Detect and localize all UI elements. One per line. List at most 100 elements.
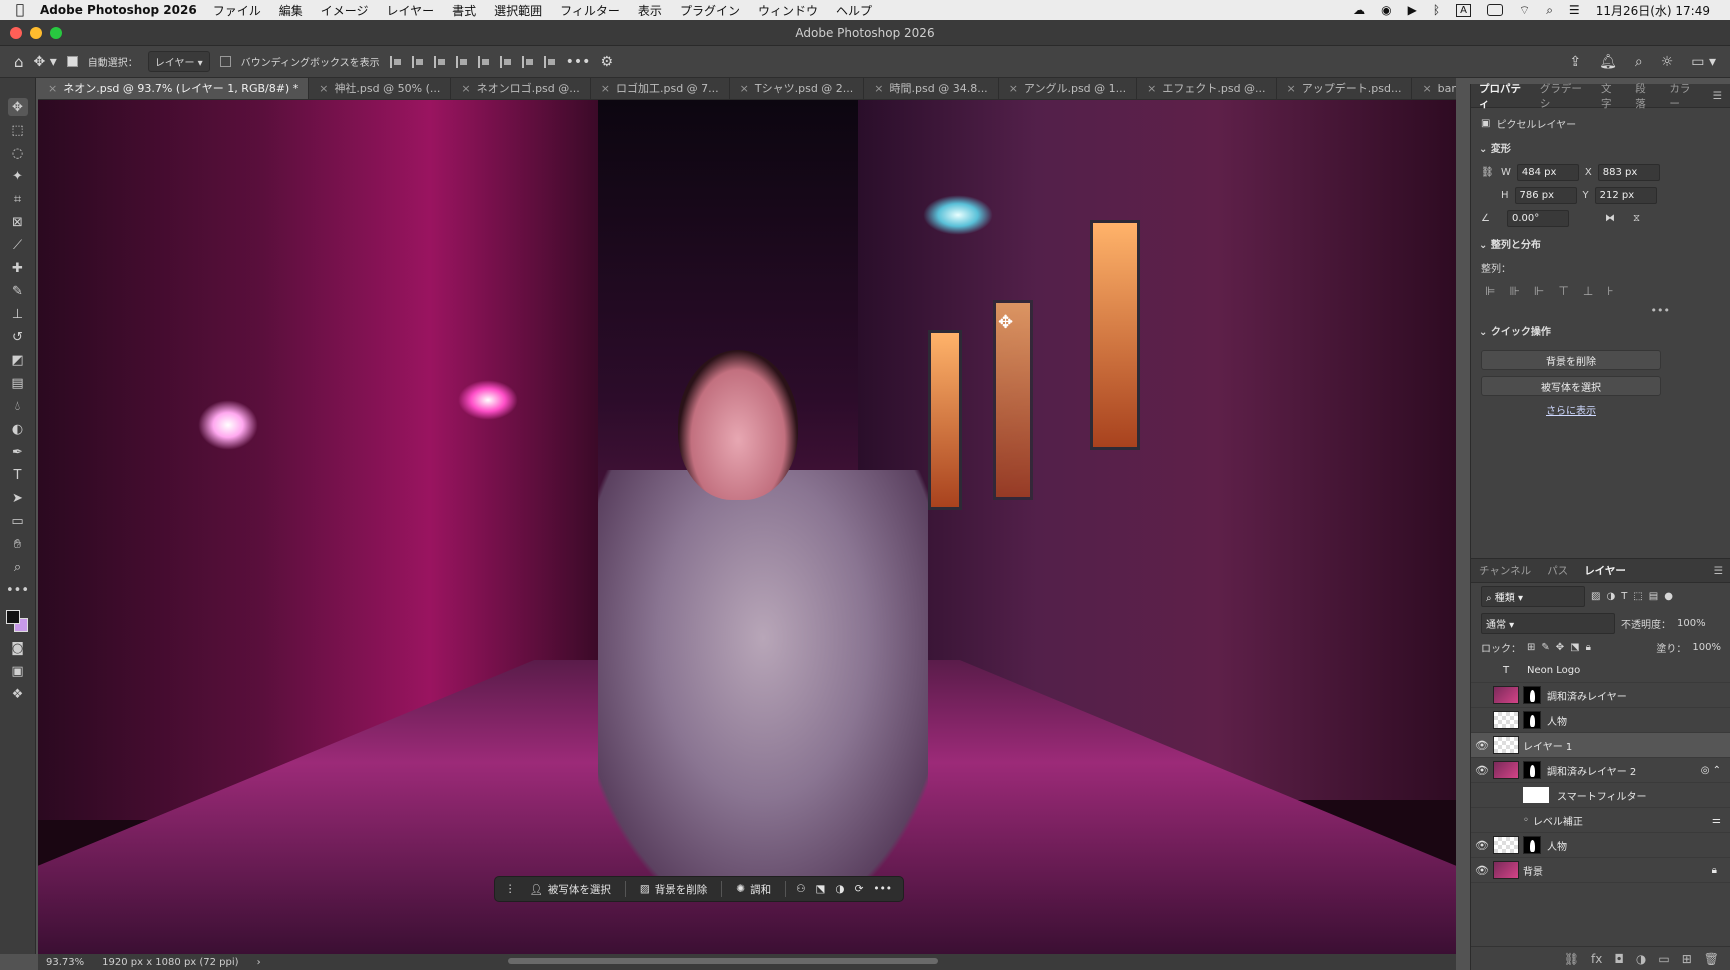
generative-fill-icon[interactable]: ⟳ [855, 883, 864, 895]
add-mask-icon[interactable]: ◘ [1614, 952, 1624, 966]
x-field[interactable]: 883 px [1597, 164, 1660, 181]
menu-help[interactable]: ヘルプ [836, 2, 872, 19]
eye-icon[interactable]: 👁︎ [1471, 764, 1493, 777]
more-icon[interactable]: ••• [873, 883, 892, 895]
layer-mask-thumbnail[interactable] [1523, 836, 1541, 854]
bluetooth-icon[interactable]: ᛒ [1433, 3, 1440, 17]
auto-select-target-dropdown[interactable]: レイヤー ▾ [147, 51, 210, 72]
close-tab-icon[interactable]: × [319, 82, 328, 95]
close-tab-icon[interactable]: × [740, 82, 749, 95]
align-top-icon[interactable] [477, 55, 490, 68]
input-method-icon[interactable]: A [1456, 3, 1471, 17]
tab-neon[interactable]: × ネオン.psd @ 93.7% (レイヤー 1, RGB/8#) * [38, 78, 310, 99]
width-field[interactable]: 484 px [1516, 164, 1579, 181]
filter-adjustment-icon[interactable]: ◑ [1606, 591, 1615, 602]
transform-section-header[interactable]: ⌄ 変形 [1471, 134, 1730, 161]
eye-icon[interactable]: 👁︎ [1471, 839, 1493, 852]
close-tab-icon[interactable]: × [874, 82, 883, 95]
layer-neon-logo[interactable]: T Neon Logo [1471, 658, 1730, 683]
screen-mode-icon[interactable]: ▣ [8, 662, 28, 680]
close-tab-icon[interactable]: × [601, 82, 610, 95]
smart-object-icon[interactable]: ◎ ⌃ [1701, 765, 1730, 776]
dodge-tool-icon[interactable]: ◐ [8, 420, 28, 438]
quick-remove-background-button[interactable]: 背景を削除 [1481, 350, 1661, 370]
eye-icon[interactable]: 👁︎ [1471, 864, 1493, 877]
fill-value[interactable]: 100% [1692, 642, 1721, 653]
gradient-tool-icon[interactable]: ▤ [8, 374, 28, 392]
tab-update[interactable]: × アップデート.psd... [1277, 78, 1413, 99]
delete-layer-icon[interactable]: 🗑︎ [1704, 952, 1719, 966]
tab-neon-logo[interactable]: × ネオンロゴ.psd @... [451, 78, 591, 99]
wifi-icon[interactable]: ⌔ [1519, 3, 1530, 18]
layer-person-hidden[interactable]: 人物 [1471, 708, 1730, 733]
filter-pixel-icon[interactable]: ▨ [1591, 591, 1600, 602]
control-center-icon[interactable]: ☰ [1569, 3, 1580, 17]
tab-character[interactable]: 文字 [1593, 81, 1627, 111]
close-tab-icon[interactable]: × [48, 82, 57, 95]
layer-background[interactable]: 👁︎ 背景 🔒︎ [1471, 858, 1730, 883]
height-field[interactable]: 786 px [1514, 187, 1577, 204]
smart-filter-mask-thumbnail[interactable] [1523, 787, 1549, 803]
pen-tool-icon[interactable]: ✒ [8, 443, 28, 461]
zoom-window-button[interactable] [50, 27, 62, 39]
lasso-tool-icon[interactable]: ◌ [8, 144, 28, 162]
close-window-button[interactable] [10, 27, 22, 39]
play-icon[interactable]: ▶ [1408, 3, 1417, 17]
horizontal-scrollbar[interactable] [508, 958, 938, 964]
menu-type[interactable]: 書式 [452, 2, 476, 19]
frame-tool-icon[interactable]: ⊠ [8, 213, 28, 231]
link-layers-icon[interactable]: ⛓ [1564, 952, 1579, 966]
new-group-icon[interactable]: ▭ [1658, 952, 1669, 966]
menu-window[interactable]: ウィンドウ [758, 2, 818, 19]
color-swatches[interactable] [5, 610, 30, 634]
group-icon[interactable]: ⚇ [796, 883, 805, 895]
status-arrow-icon[interactable]: › [257, 957, 261, 968]
quick-actions-header[interactable]: ⌄ クイック操作 [1471, 317, 1730, 344]
healing-brush-tool-icon[interactable]: ✚ [8, 259, 28, 277]
layer-mask-thumbnail[interactable] [1523, 686, 1541, 704]
distribute-icon[interactable] [455, 55, 468, 68]
y-field[interactable]: 212 px [1594, 187, 1657, 204]
close-tab-icon[interactable]: × [1009, 82, 1018, 95]
app-name-menu[interactable]: Adobe Photoshop 2026 [40, 3, 197, 17]
opacity-value[interactable]: 100% [1677, 618, 1706, 629]
generative-icon[interactable]: ❖ [8, 685, 28, 703]
close-tab-icon[interactable]: × [1422, 82, 1431, 95]
filter-shape-icon[interactable]: ⬚ [1633, 591, 1642, 602]
battery-icon[interactable] [1486, 4, 1503, 16]
menu-file[interactable]: ファイル [213, 2, 261, 19]
quick-select-subject-button[interactable]: 被写体を選択 [1481, 376, 1661, 396]
eraser-tool-icon[interactable]: ◩ [8, 351, 28, 369]
new-layer-icon[interactable]: ⊞ [1682, 952, 1692, 966]
adjustment-icon[interactable]: ◑ [835, 883, 844, 895]
tab-channels[interactable]: チャンネル [1471, 563, 1539, 578]
discover-lightbulb-icon[interactable]: ☼ [1661, 54, 1674, 70]
tab-gradients[interactable]: グラデーシ [1532, 81, 1593, 111]
angle-field[interactable]: 0.00° [1507, 210, 1569, 227]
tab-effect[interactable]: × エフェクト.psd @... [1137, 78, 1277, 99]
magic-wand-tool-icon[interactable]: ✦ [8, 167, 28, 185]
tab-tshirt[interactable]: × Tシャツ.psd @ 2... [730, 78, 865, 99]
align-more-icon[interactable]: ••• [1471, 304, 1730, 317]
smart-filter-row[interactable]: スマートフィルター [1471, 783, 1730, 808]
align-right-icon[interactable] [433, 55, 446, 68]
clock[interactable]: 11月26日(水) 17:49 [1596, 2, 1710, 19]
layer-layer-1[interactable]: 👁︎ レイヤー 1 [1471, 733, 1730, 758]
move-tool-preset-icon[interactable]: ✥ ▾ [34, 54, 57, 70]
eye-icon[interactable]: 👁︎ [1471, 739, 1493, 752]
home-icon[interactable]: ⌂ [14, 53, 24, 71]
marquee-tool-icon[interactable]: ⬚ [8, 121, 28, 139]
layers-menu-icon[interactable]: ☰ [1706, 565, 1730, 577]
filter-toggle-icon[interactable]: ● [1664, 591, 1673, 602]
tab-layers[interactable]: レイヤー [1576, 563, 1634, 578]
layer-kind-filter[interactable]: ⌕ 種類 ▾ [1481, 586, 1585, 607]
quick-mask-icon[interactable]: ◙ [8, 639, 28, 657]
fx-icon[interactable]: fx [1591, 952, 1602, 966]
flip-vertical-icon[interactable]: ⧖ [1633, 213, 1640, 224]
notifications-bell-icon[interactable]: 🔔︎ [1599, 54, 1617, 70]
tab-angle[interactable]: × アングル.psd @ 1... [999, 78, 1138, 99]
share-icon[interactable]: ⇪ [1569, 54, 1581, 70]
menu-plugins[interactable]: プラグイン [680, 2, 740, 19]
q-icon[interactable]: ◉ [1381, 3, 1391, 17]
zoom-level[interactable]: 93.73% [46, 957, 84, 968]
